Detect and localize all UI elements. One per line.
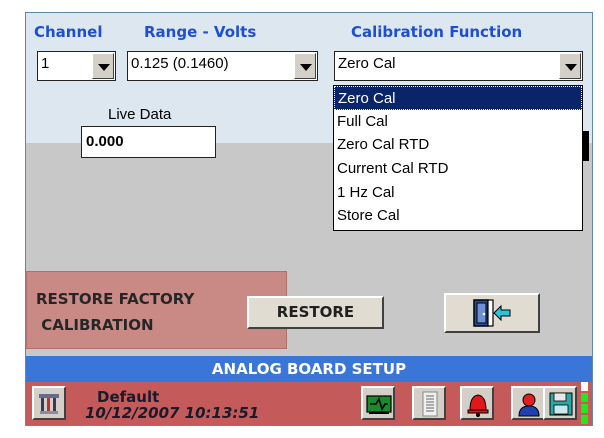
user-button[interactable] xyxy=(511,386,545,420)
range-header: Range - Volts xyxy=(144,23,257,41)
range-select[interactable]: 0.125 (0.1460) xyxy=(127,51,318,81)
list-button[interactable] xyxy=(412,386,446,420)
status-bar: Default 10/12/2007 10:13:51 xyxy=(26,382,592,425)
calibration-dropdown-list[interactable]: Zero Cal Full Cal Zero Cal RTD Current C… xyxy=(333,85,583,231)
calibration-select[interactable]: Zero Cal xyxy=(334,51,583,81)
app-window: Channel Range - Volts Calibration Functi… xyxy=(25,12,593,426)
chevron-down-icon[interactable] xyxy=(294,53,316,79)
calibration-select-value: Zero Cal xyxy=(338,55,396,72)
status-led xyxy=(581,382,588,391)
channel-select[interactable]: 1 xyxy=(37,51,116,81)
user-icon xyxy=(518,393,540,417)
list-icon xyxy=(422,391,438,417)
calibration-header: Calibration Function xyxy=(351,23,523,41)
chevron-down-icon[interactable] xyxy=(92,53,114,79)
exit-button[interactable] xyxy=(444,293,540,333)
range-select-value: 0.125 (0.1460) xyxy=(131,55,229,72)
live-data-field: 0.000 xyxy=(81,126,216,158)
channel-header: Channel xyxy=(34,23,103,41)
status-led xyxy=(581,415,588,424)
screen-title-bar: ANALOG BOARD SETUP xyxy=(26,356,592,382)
chevron-down-icon[interactable] xyxy=(559,53,581,79)
save-disk-icon xyxy=(549,392,573,416)
restore-factory-title: RESTORE FACTORY CALIBRATION xyxy=(36,290,195,334)
settings-button[interactable] xyxy=(32,386,66,420)
status-led xyxy=(581,393,588,402)
dropdown-option[interactable]: Store Cal xyxy=(334,204,582,228)
exit-door-icon xyxy=(473,299,511,327)
alarm-button[interactable] xyxy=(460,386,494,420)
status-datetime: 10/12/2007 10:13:51 xyxy=(85,404,260,422)
dropdown-option[interactable]: Full Cal xyxy=(334,110,582,134)
tools-icon xyxy=(39,394,59,414)
alarm-bell-icon xyxy=(467,394,489,417)
restore-button[interactable]: RESTORE xyxy=(247,296,384,329)
status-led xyxy=(581,404,588,413)
live-data-label: Live Data xyxy=(108,106,172,123)
dropdown-option[interactable]: Current Cal RTD xyxy=(334,157,582,181)
network-board-icon xyxy=(366,395,392,414)
channel-select-value: 1 xyxy=(41,55,50,72)
hidden-control-edge xyxy=(583,131,589,161)
network-button[interactable] xyxy=(361,386,395,420)
dropdown-option[interactable]: Zero Cal RTD xyxy=(334,133,582,157)
dropdown-option[interactable]: Zero Cal xyxy=(334,86,582,110)
live-data-value: 0.000 xyxy=(86,133,124,150)
save-button[interactable] xyxy=(543,386,577,420)
dropdown-option[interactable]: 1 Hz Cal xyxy=(334,181,582,205)
